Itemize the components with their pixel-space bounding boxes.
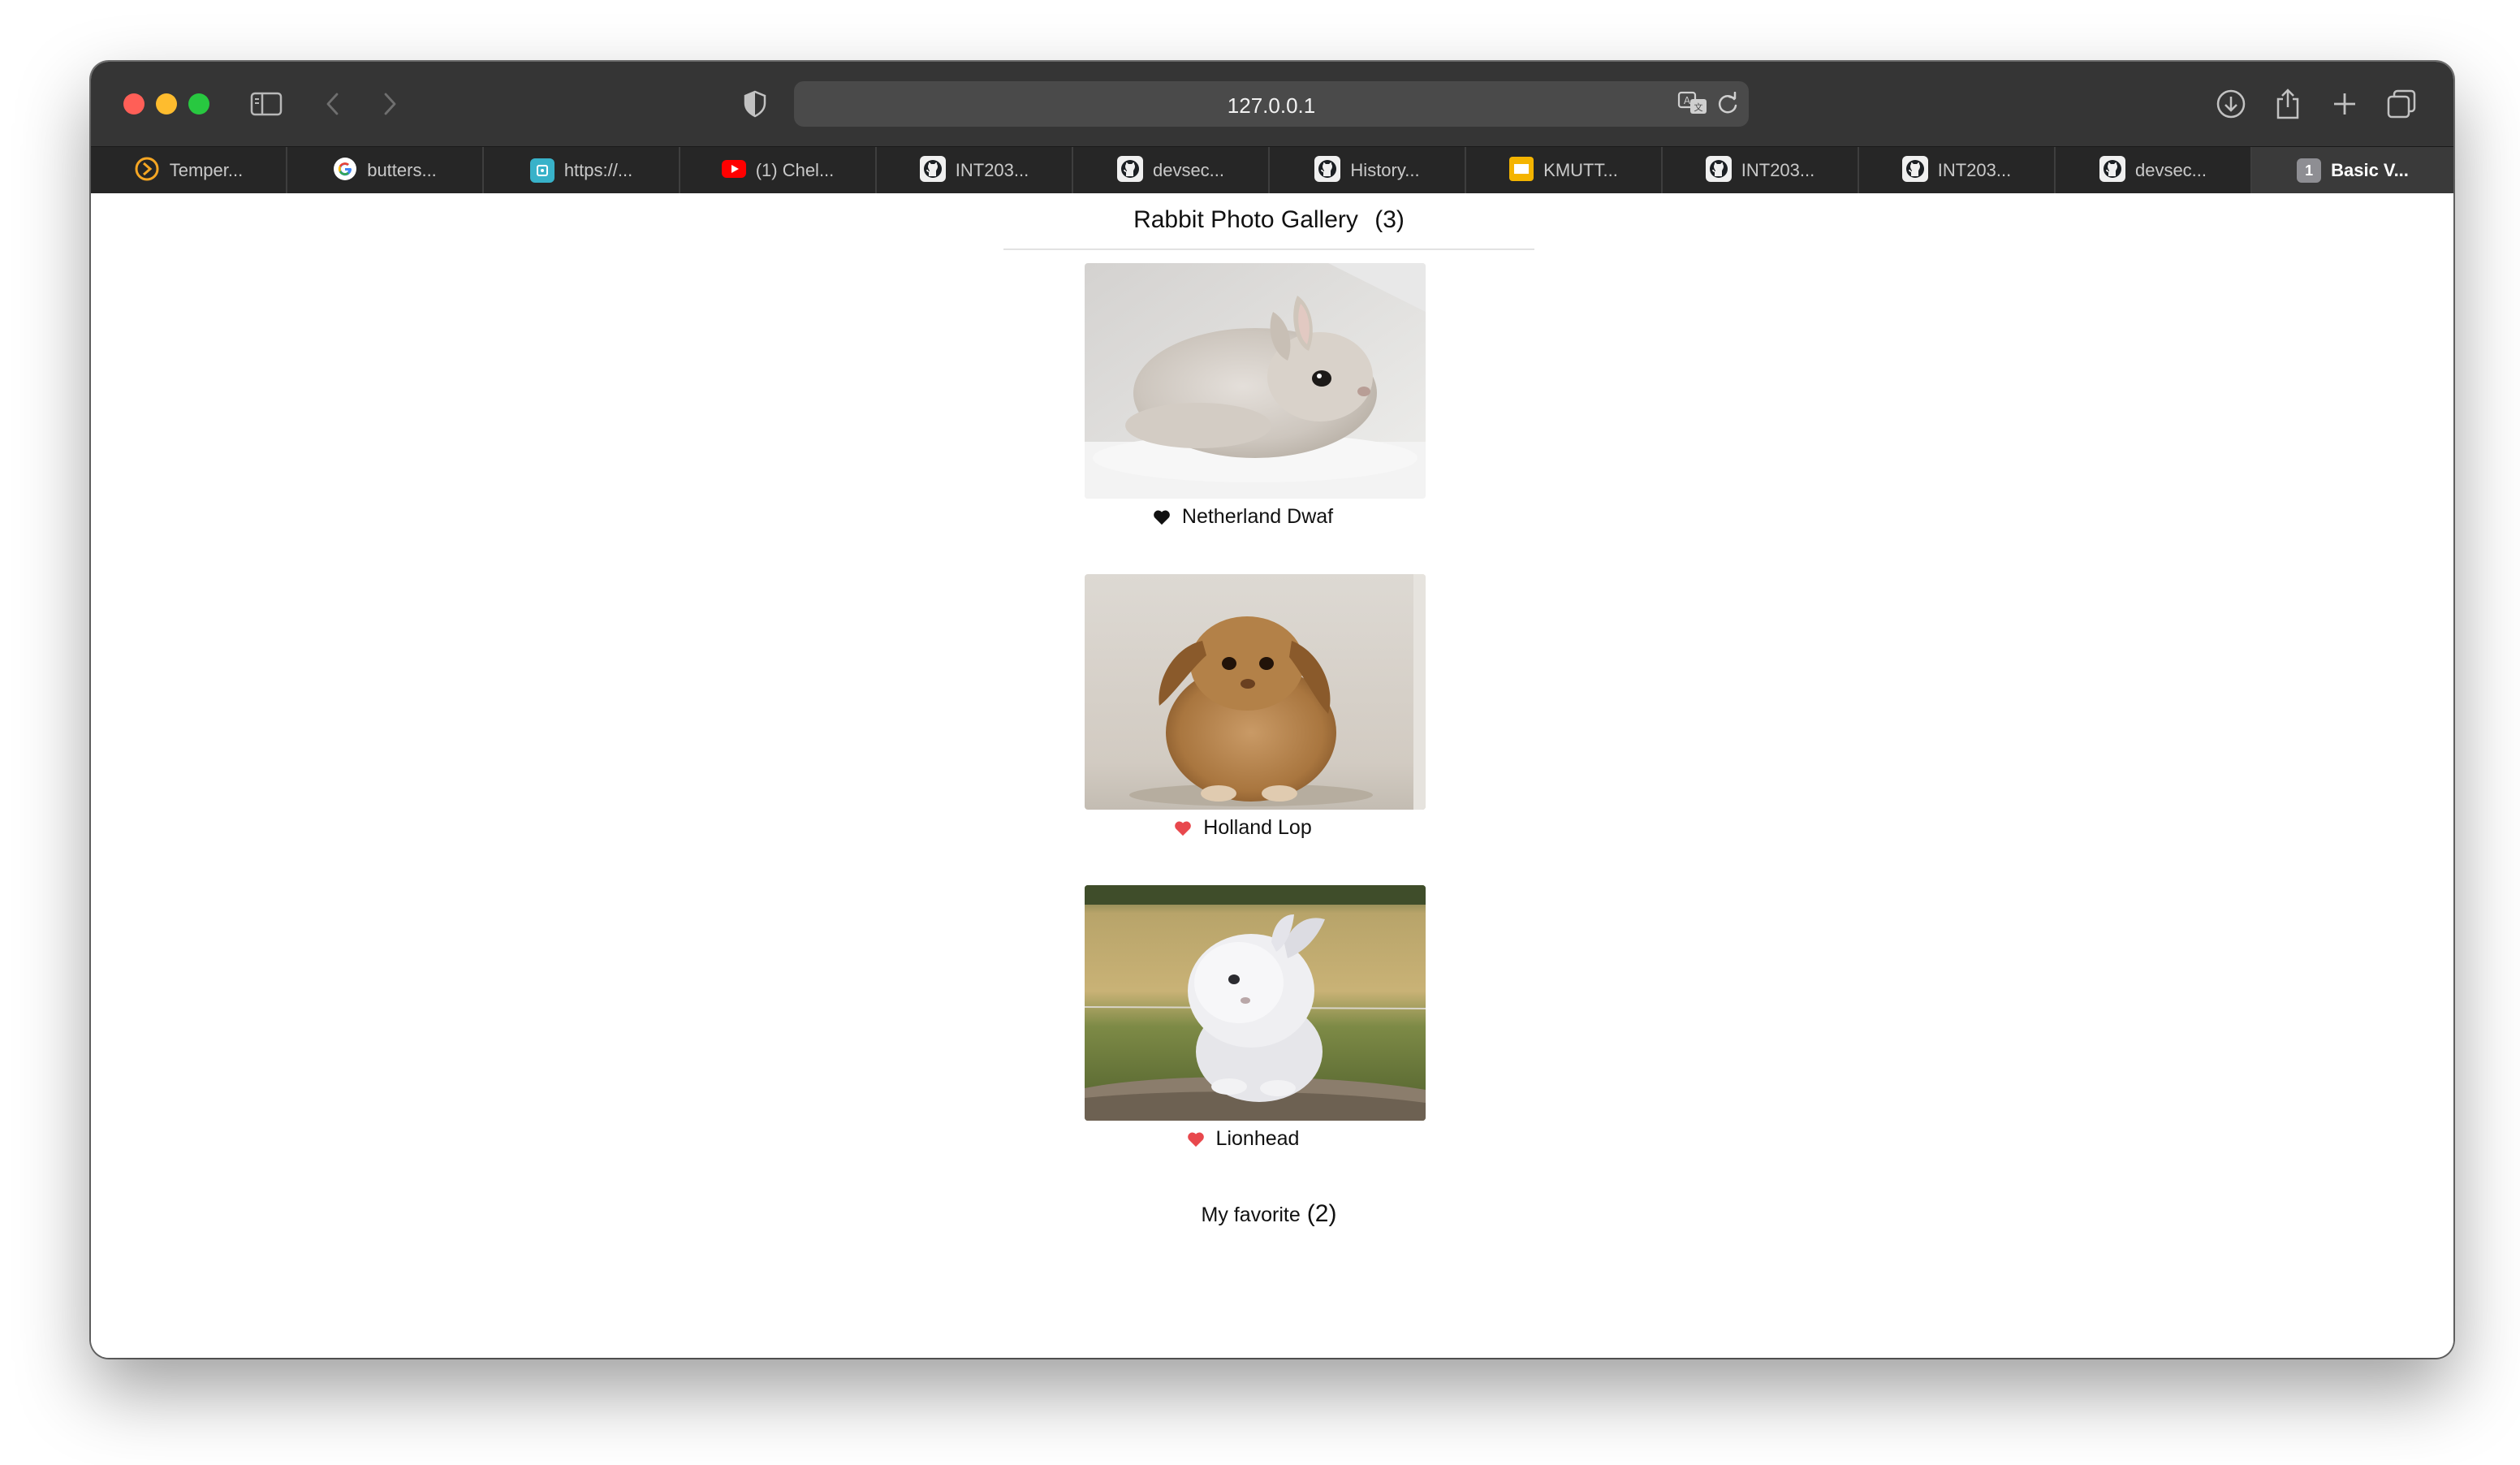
- page-title: Rabbit Photo Gallery (3): [1003, 206, 1534, 234]
- numbered-tab-icon: 1: [2297, 158, 2322, 183]
- url-text[interactable]: 127.0.0.1: [794, 93, 1749, 119]
- gallery-count: (3): [1374, 206, 1405, 233]
- rabbit-caption: Lionhead: [1085, 1127, 1426, 1151]
- heart-icon[interactable]: [1153, 509, 1171, 525]
- favorite-summary: My favorite (2): [1003, 1200, 1534, 1228]
- youtube-icon: [721, 159, 746, 182]
- github-icon: [2099, 155, 2125, 186]
- tab-label: KMUTT...: [1543, 160, 1618, 180]
- address-bar[interactable]: 127.0.0.1 A文: [794, 81, 1749, 127]
- tab-site[interactable]: https://...: [484, 147, 680, 194]
- sidebar-toggle-icon[interactable]: [248, 86, 284, 122]
- svg-text:A: A: [1684, 95, 1691, 106]
- svg-text:文: 文: [1694, 102, 1703, 113]
- rabbit-caption: Holland Lop: [1085, 816, 1426, 840]
- tab-label: INT203...: [1741, 160, 1815, 180]
- tab-label: devsec...: [1152, 160, 1225, 180]
- tab-bar: Temper... butters... https://... (1) Che…: [91, 146, 2453, 194]
- tampermonkey-icon: [134, 156, 160, 186]
- close-window-button[interactable]: [123, 93, 145, 115]
- github-icon: [1901, 155, 1928, 186]
- heart-icon[interactable]: [1174, 820, 1192, 836]
- browser-toolbar: 127.0.0.1 A文: [91, 62, 2453, 146]
- heart-shape: [1154, 510, 1170, 525]
- tab-label: Temper...: [169, 160, 244, 180]
- browser-window: 127.0.0.1 A文 Temper... butters... https:…: [91, 62, 2453, 1358]
- rabbit-card: Netherland Dwaf: [1085, 263, 1426, 529]
- tab-label: butters...: [367, 160, 437, 180]
- tab-kmutt-slides[interactable]: KMUTT...: [1466, 147, 1663, 194]
- rabbit-photo-netherland-dwarf[interactable]: [1085, 263, 1426, 499]
- forward-icon[interactable]: [372, 86, 408, 122]
- tab-github-int203[interactable]: INT203...: [877, 147, 1073, 194]
- tab-github-int203-3[interactable]: INT203...: [1859, 147, 2056, 194]
- rabbit-card: Lionhead: [1085, 885, 1426, 1151]
- share-icon[interactable]: [2270, 86, 2306, 122]
- tab-label: Basic V...: [2331, 160, 2409, 180]
- favorite-count: (2): [1306, 1200, 1337, 1227]
- heart-shape: [1175, 821, 1192, 836]
- tab-github-history[interactable]: History...: [1270, 147, 1466, 194]
- github-icon: [1116, 155, 1143, 186]
- back-icon[interactable]: [315, 86, 351, 122]
- tab-label: INT203...: [955, 160, 1029, 180]
- reload-icon[interactable]: [1716, 91, 1739, 120]
- rabbit-name: Holland Lop: [1203, 816, 1312, 839]
- tab-tampermonkey[interactable]: Temper...: [91, 147, 287, 194]
- new-tab-icon[interactable]: [2327, 86, 2362, 122]
- tab-github-devsec-2[interactable]: devsec...: [2056, 147, 2252, 194]
- tab-github-devsec[interactable]: devsec...: [1073, 147, 1270, 194]
- downloads-icon[interactable]: [2213, 86, 2249, 122]
- minimize-window-button[interactable]: [156, 93, 177, 115]
- tab-label: (1) Chel...: [755, 160, 835, 180]
- tab-overview-icon[interactable]: [2384, 86, 2419, 122]
- slides-icon: [1509, 156, 1534, 185]
- google-icon: [333, 157, 357, 185]
- tab-label: https://...: [563, 160, 633, 180]
- heart-shape: [1187, 1132, 1204, 1147]
- rabbit-photo-holland-lop[interactable]: [1085, 574, 1426, 810]
- tab-youtube[interactable]: (1) Chel...: [680, 147, 877, 194]
- tab-google-search[interactable]: butters...: [287, 147, 484, 194]
- rabbit-name: Netherland Dwaf: [1181, 505, 1334, 528]
- favorite-label: My favorite: [1201, 1204, 1301, 1226]
- page-content: Rabbit Photo Gallery (3) Netherland Dwaf…: [91, 193, 2453, 1358]
- translate-icon[interactable]: A文: [1677, 89, 1708, 121]
- github-icon: [919, 155, 946, 186]
- tab-github-int203-2[interactable]: INT203...: [1663, 147, 1859, 194]
- gallery-title-text: Rabbit Photo Gallery: [1133, 206, 1358, 233]
- tab-label: devsec...: [2134, 160, 2207, 180]
- heart-icon[interactable]: [1187, 1131, 1205, 1147]
- tab-label: INT203...: [1937, 160, 2012, 180]
- privacy-shield-icon[interactable]: [737, 86, 773, 122]
- tab-label: History...: [1350, 160, 1420, 180]
- github-icon: [1705, 155, 1732, 186]
- rabbit-caption: Netherland Dwaf: [1085, 505, 1426, 529]
- github-icon: [1314, 155, 1341, 186]
- rabbit-name: Lionhead: [1215, 1127, 1300, 1150]
- rabbit-card: Holland Lop: [1085, 574, 1426, 840]
- zoom-window-button[interactable]: [188, 93, 209, 115]
- title-divider: [1003, 248, 1534, 250]
- tab-basic-v-active[interactable]: 1 Basic V...: [2252, 147, 2453, 194]
- rabbit-photo-lionhead[interactable]: [1085, 885, 1426, 1121]
- site-icon: [529, 158, 554, 183]
